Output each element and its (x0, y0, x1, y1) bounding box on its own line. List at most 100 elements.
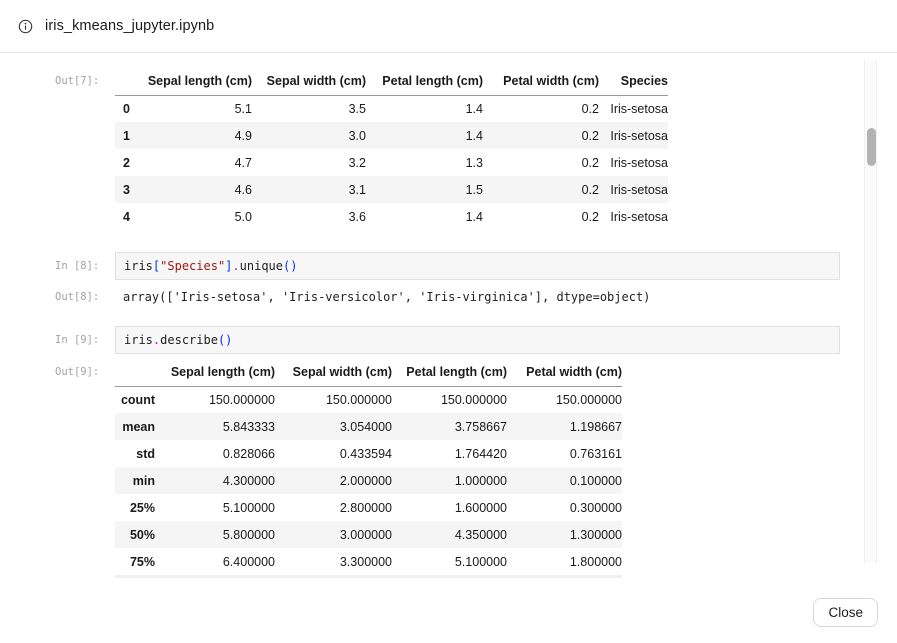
cell-value: 1.800000 (507, 548, 622, 575)
row-index: std (115, 440, 155, 467)
code-token: ) (290, 259, 297, 273)
cell-value: Iris-setosa (599, 203, 668, 230)
column-header (115, 68, 130, 95)
input-prompt: In [8]: (55, 260, 99, 272)
notebook-preview: Out[7]: Sepal length (cm)Sepal width (cm… (0, 53, 897, 585)
cell-value: 5.800000 (155, 521, 275, 548)
cell-value: 0.100000 (507, 467, 622, 494)
cell-value: 0.2 (483, 95, 599, 122)
table-row: min4.3000002.0000001.0000000.100000 (115, 467, 622, 494)
row-index: 1 (115, 122, 130, 149)
header-row: Sepal length (cm)Sepal width (cm)Petal l… (115, 359, 622, 386)
close-button[interactable]: Close (813, 598, 878, 627)
table-row: 25%5.1000002.8000001.6000000.300000 (115, 494, 622, 521)
row-index: 0 (115, 95, 130, 122)
code-token: ] (225, 259, 232, 273)
row-index: mean (115, 413, 155, 440)
cell-value: 150.000000 (507, 386, 622, 413)
table-row: std0.8280660.4335941.7644200.763161 (115, 440, 622, 467)
cell-value: 1.4 (366, 95, 483, 122)
cell-value: 1.000000 (392, 467, 507, 494)
row-index: 3 (115, 176, 130, 203)
output-prompt: Out[9]: (55, 366, 99, 378)
table-row: 14.93.01.40.2Iris-setosa (115, 122, 668, 149)
cell-value: 0.2 (483, 176, 599, 203)
cell-value: 1.3 (366, 149, 483, 176)
cell-value: 0.828066 (155, 440, 275, 467)
iris-head-table: Sepal length (cm)Sepal width (cm)Petal l… (115, 68, 668, 230)
code-token: "Species" (160, 259, 225, 273)
cell-value: 4.9 (130, 122, 252, 149)
table-row: 34.63.11.50.2Iris-setosa (115, 176, 668, 203)
table-row: count150.000000150.000000150.000000150.0… (115, 386, 622, 413)
table-row: 50%5.8000003.0000004.3500001.300000 (115, 521, 622, 548)
column-header: Sepal length (cm) (155, 359, 275, 386)
code-token: iris (124, 259, 153, 273)
cell-value: Iris-setosa (599, 95, 668, 122)
cell-value: 4.6 (130, 176, 252, 203)
scrollbar-track[interactable] (864, 60, 877, 563)
cell-value: 3.2 (252, 149, 366, 176)
header-row: Sepal length (cm)Sepal width (cm)Petal l… (115, 68, 668, 95)
cell-value: 3.000000 (275, 521, 392, 548)
column-header: Petal width (cm) (507, 359, 622, 386)
code-cell: iris.describe() (115, 326, 840, 354)
row-index: min (115, 467, 155, 494)
cell-value: 1.198667 (507, 413, 622, 440)
column-header: Species (599, 68, 668, 95)
row-index: 4 (115, 203, 130, 230)
cell-value: 1.4 (366, 122, 483, 149)
scrollbar-thumb[interactable] (867, 128, 876, 166)
cell-value: 2.800000 (275, 494, 392, 521)
code-token: ( (218, 333, 225, 347)
file-preview-dialog: iris_kmeans_jupyter.ipynb Out[7]: Sepal … (0, 0, 897, 643)
cell-output-8: Out[8]: array(['Iris-setosa', 'Iris-vers… (55, 287, 897, 307)
cell-value: 5.100000 (392, 548, 507, 575)
code-token: ) (225, 333, 232, 347)
code-token: . (153, 333, 160, 347)
cell-value: 4.300000 (155, 467, 275, 494)
table-row: mean5.8433333.0540003.7586671.198667 (115, 413, 622, 440)
code-token: describe (160, 333, 218, 347)
code-token: unique (240, 259, 283, 273)
row-index: 25% (115, 494, 155, 521)
column-header: Petal length (cm) (366, 68, 483, 95)
cell-value: 3.054000 (275, 413, 392, 440)
cell-value: 1.600000 (392, 494, 507, 521)
cell-value: 4.350000 (392, 521, 507, 548)
cell-value: 0.2 (483, 203, 599, 230)
column-header (115, 359, 155, 386)
code-token: ( (283, 259, 290, 273)
cell-value: 0.763161 (507, 440, 622, 467)
cell-value: 1.4 (366, 203, 483, 230)
cell-value: 3.6 (252, 203, 366, 230)
column-header: Sepal width (cm) (252, 68, 366, 95)
dialog-title: iris_kmeans_jupyter.ipynb (45, 18, 214, 34)
cell-value: 0.2 (483, 122, 599, 149)
column-header: Sepal length (cm) (130, 68, 252, 95)
cell-value: 1.300000 (507, 521, 622, 548)
cell-value: 3.758667 (392, 413, 507, 440)
cell-value: 2.000000 (275, 467, 392, 494)
input-prompt: In [9]: (55, 334, 99, 346)
cell-value: Iris-setosa (599, 149, 668, 176)
column-header: Petal length (cm) (392, 359, 507, 386)
cell-value: 5.100000 (155, 494, 275, 521)
output-prompt: Out[7]: (55, 75, 99, 87)
row-index: 2 (115, 149, 130, 176)
code-token: . (232, 259, 239, 273)
code-cell: iris["Species"].unique() (115, 252, 840, 280)
cell-value: 3.300000 (275, 548, 392, 575)
cell-value: 4.7 (130, 149, 252, 176)
cell-value: Iris-setosa (599, 176, 668, 203)
cell-value: 1.764420 (392, 440, 507, 467)
code-token: iris (124, 333, 153, 347)
cell-value: 5.843333 (155, 413, 275, 440)
cell-value: 3.1 (252, 176, 366, 203)
array-output-text: array(['Iris-setosa', 'Iris-versicolor',… (115, 287, 650, 307)
info-circle-icon[interactable] (18, 19, 33, 34)
iris-describe-table: Sepal length (cm)Sepal width (cm)Petal l… (115, 359, 622, 575)
cell-output-9: Out[9]: Sepal length (cm)Sepal width (cm… (55, 359, 897, 578)
cell-value: 5.1 (130, 95, 252, 122)
cell-input-8: In [8]: iris["Species"].unique() (55, 252, 897, 280)
